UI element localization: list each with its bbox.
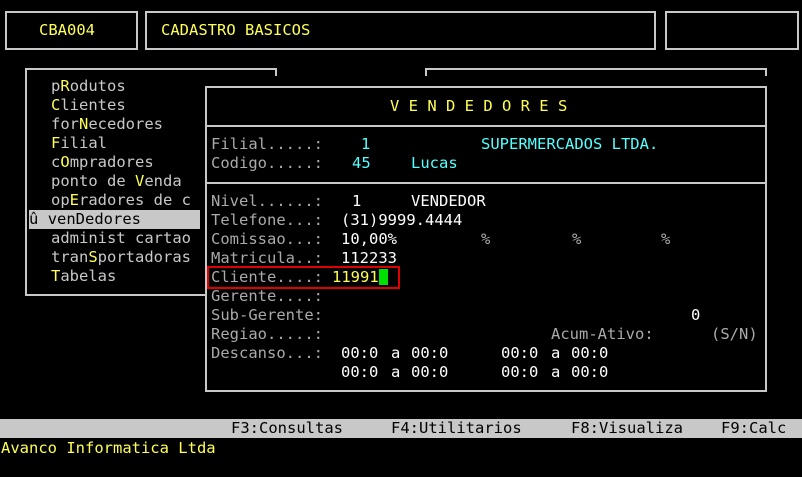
descanso-1-start-1[interactable]: 00:0 [341, 344, 378, 363]
right-frame [425, 68, 767, 76]
text-cursor [378, 269, 388, 285]
filial-label: Filial.....: [211, 135, 323, 153]
dialog-separator-mid [207, 182, 765, 184]
menu-item-administ-cartao[interactable]: administ cartao [51, 229, 191, 248]
descanso-1-end-2[interactable]: 00:0 [571, 344, 608, 363]
comissao-percent-2[interactable]: % [481, 230, 490, 249]
f3-consultas-key[interactable]: F3:Consultas [231, 419, 343, 438]
nivel-desc: VENDEDOR [411, 192, 486, 210]
regiao-label: Regiao.....: [211, 325, 323, 343]
menu-frame-tick [275, 68, 277, 76]
cliente-field[interactable]: 11991 [332, 268, 388, 287]
nivel-value[interactable]: 1 [352, 192, 361, 211]
menu-item-transportadoras[interactable]: tranSportadoras [51, 248, 191, 267]
comissao-label: Comissao...: [211, 230, 323, 248]
dialog-title: V E N D E D O R E S [390, 97, 568, 115]
acum-ativo-label: Acum-Ativo: [551, 325, 654, 343]
menu-item-vendedores[interactable]: û venDedores [29, 210, 200, 229]
descanso-2-sep-1: a [391, 363, 401, 381]
descanso-2-start-1[interactable]: 00:0 [341, 363, 378, 382]
codigo-label: Codigo.....: [211, 154, 323, 172]
telefone-field[interactable]: (31)9999.4444 [341, 211, 462, 230]
menu-item-operadores[interactable]: opEradores de c [51, 191, 191, 210]
screen-title-box: CADASTRO BASICOS [145, 11, 656, 50]
function-key-bar: F3:Consultas F4:Utilitarios F8:Visualiza… [0, 419, 802, 438]
f4-utilitarios-key[interactable]: F4:Utilitarios [391, 419, 522, 438]
descanso-1-sep-1: a [391, 344, 401, 362]
program-code: CBA004 [39, 21, 95, 39]
menu-item-compradores[interactable]: cOmpradores [51, 153, 154, 172]
cliente-label: Cliente....: [211, 268, 323, 286]
descanso-1-sep-2: a [551, 344, 561, 362]
header-extra-box [665, 11, 799, 50]
menu-item-clientes[interactable]: Clientes [51, 96, 126, 115]
filial-value[interactable]: 1 [361, 135, 370, 154]
descanso-1-end-1[interactable]: 00:0 [411, 344, 448, 363]
nivel-label: Nivel......: [211, 192, 323, 210]
comissao-percent-3[interactable]: % [572, 230, 581, 249]
codigo-name: Lucas [411, 154, 458, 172]
f8-visualiza-key[interactable]: F8:Visualiza [571, 419, 683, 438]
acum-ativo-options[interactable]: (S/N) [711, 325, 758, 344]
telefone-label: Telefone...: [211, 211, 323, 229]
descanso-label: Descanso...: [211, 344, 323, 362]
descanso-2-sep-2: a [551, 363, 561, 381]
f9-calc-key[interactable]: F9:Calc [721, 419, 786, 438]
filial-name: SUPERMERCADOS LTDA. [481, 135, 659, 153]
subgerente-label: Sub-Gerente: [211, 306, 323, 324]
subgerente-value[interactable]: 0 [691, 306, 700, 325]
selected-marker: û [29, 210, 39, 228]
menu-item-tabelas[interactable]: Tabelas [51, 267, 116, 286]
menu-item-filial[interactable]: Filial [51, 134, 107, 153]
menu-item-ponto-de-venda[interactable]: ponto de Venda [51, 172, 182, 191]
gerente-label: Gerente....: [211, 287, 323, 305]
menu-item-fornecedores[interactable]: forNecedores [51, 115, 163, 134]
comissao-field[interactable]: 10,00% [341, 230, 397, 249]
program-code-box: CBA004 [5, 11, 138, 50]
descanso-2-end-2[interactable]: 00:0 [571, 363, 608, 382]
descanso-1-start-2[interactable]: 00:0 [501, 344, 538, 363]
dialog-separator-top [207, 125, 765, 127]
codigo-value[interactable]: 45 [352, 154, 371, 173]
company-name: Avanco Informatica Ltda [1, 439, 216, 457]
descanso-2-start-2[interactable]: 00:0 [501, 363, 538, 382]
descanso-2-end-1[interactable]: 00:0 [411, 363, 448, 382]
menu-item-produtos[interactable]: pRodutos [51, 77, 126, 96]
screen-title: CADASTRO BASICOS [161, 21, 311, 39]
comissao-percent-4[interactable]: % [661, 230, 670, 249]
